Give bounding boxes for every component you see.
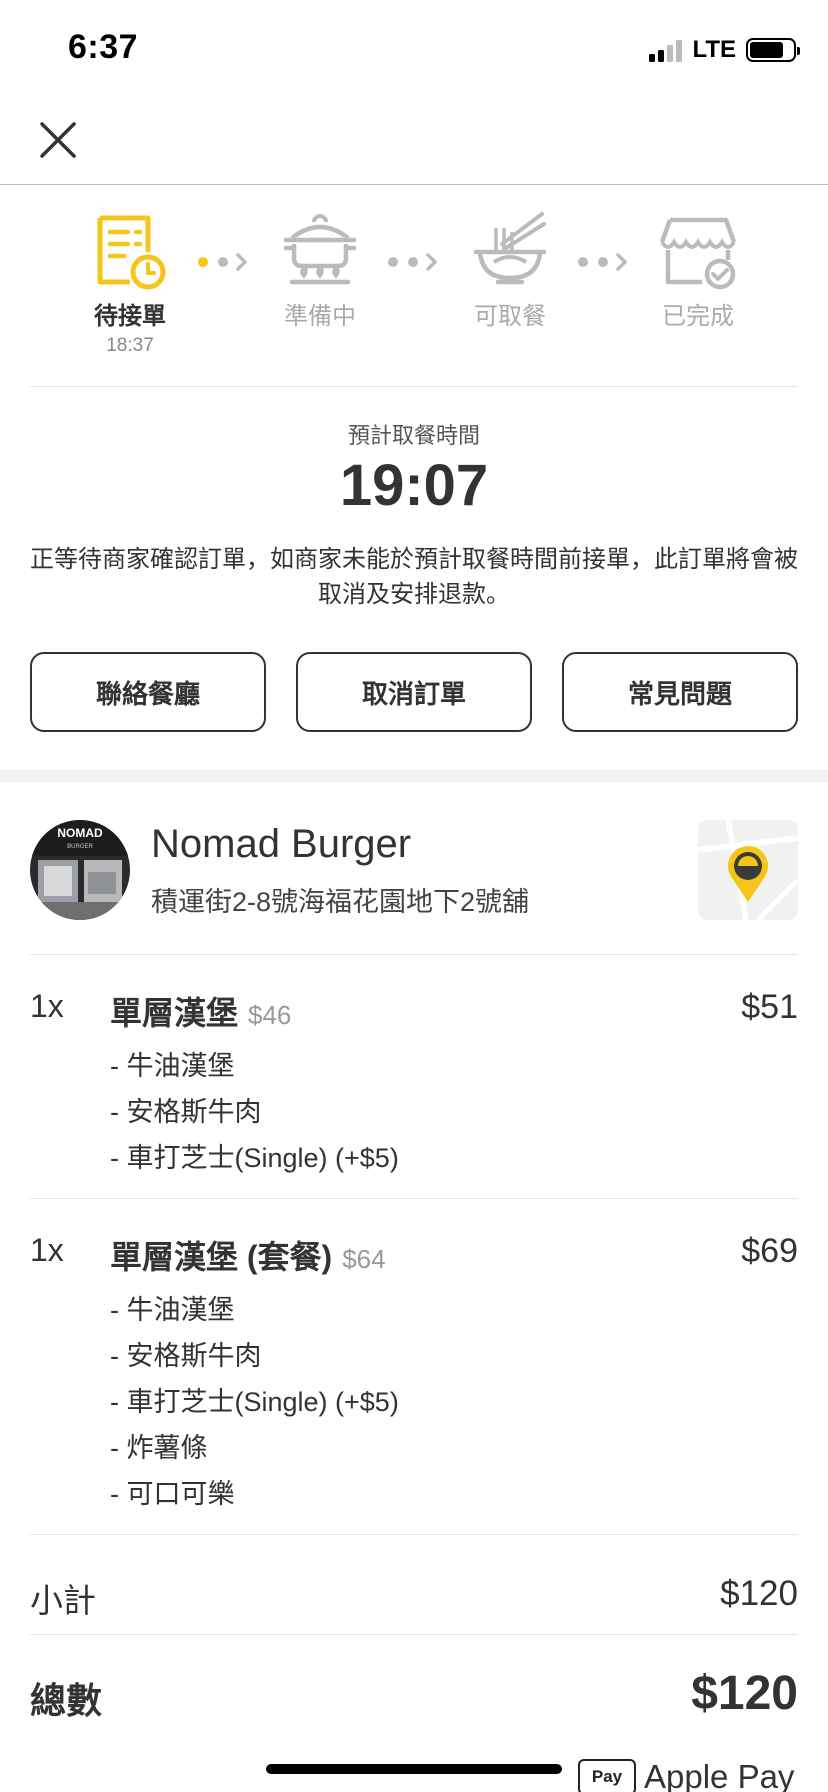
home-indicator[interactable]: [266, 1764, 562, 1774]
item-option: - 牛油漢堡: [110, 1051, 235, 1081]
item-option: - 炸薯條: [110, 1433, 208, 1463]
payment-method-label: Apple Pay: [644, 1758, 795, 1792]
cooking-pot-icon: [283, 214, 357, 285]
apple-pay-icon: Pay: [578, 1759, 636, 1792]
shop-check-icon: [659, 217, 737, 290]
divider: [30, 386, 798, 387]
divider: [30, 1534, 798, 1535]
map-thumbnail[interactable]: [698, 820, 798, 920]
step-label: 已完成: [662, 303, 734, 330]
subtotal-value: $120: [720, 1574, 798, 1613]
step-pending: 待接單 18:37: [55, 210, 205, 357]
order-receipt-clock-icon: [97, 215, 166, 290]
payment-method: Pay Apple Pay: [578, 1758, 794, 1792]
step-label: 可取餐: [474, 303, 546, 330]
restaurant-sign-sub: BURGER: [67, 844, 93, 850]
item-quantity: 1x: [30, 988, 64, 1024]
item-option: - 車打芝士(Single) (+$5): [110, 1387, 399, 1417]
cancel-order-button[interactable]: 取消訂單: [296, 652, 532, 732]
battery-icon: [746, 38, 800, 62]
item-name: 單層漢堡 (套餐) $64: [110, 1239, 386, 1275]
item-option: - 牛油漢堡: [110, 1295, 235, 1325]
pickup-note: 正等待商家確認訂單，如商家未能於預計取餐時間前接單，此訂單將會被取消及安排退款。: [30, 546, 798, 608]
order-progress: 待接單 18:37 準備中 可取餐 已完成: [0, 210, 828, 370]
step-label: 準備中: [284, 303, 356, 330]
section-separator: [0, 770, 828, 782]
status-bar: 6:37 LTE: [0, 0, 828, 100]
item-price: $69: [741, 1232, 798, 1270]
restaurant-sign: NOMAD: [57, 826, 103, 840]
close-icon: [40, 122, 76, 158]
item-option: - 安格斯牛肉: [110, 1097, 262, 1127]
status-indicators: LTE: [649, 36, 800, 64]
step-completed: 已完成: [623, 210, 773, 331]
item-quantity: 1x: [30, 1232, 64, 1268]
item-name: 單層漢堡 $46: [110, 995, 292, 1031]
item-option: - 車打芝士(Single) (+$5): [110, 1143, 399, 1173]
step-time: 18:37: [106, 335, 154, 356]
item-base-price: $64: [342, 1244, 386, 1274]
restaurant-address: 積運街2-8號海福花園地下2號舖: [151, 887, 530, 917]
faq-button[interactable]: 常見問題: [562, 652, 798, 732]
restaurant-photo: NOMAD BURGER: [30, 820, 130, 920]
pickup-label: 預計取餐時間: [347, 423, 480, 448]
divider: [30, 1634, 798, 1635]
pickup-time: 19:07: [339, 453, 489, 518]
restaurant-name: Nomad Burger: [151, 822, 412, 866]
item-price: $51: [741, 988, 798, 1026]
step-ready: 可取餐: [435, 210, 585, 331]
divider: [30, 954, 798, 955]
contact-restaurant-button[interactable]: 聯絡餐廳: [30, 652, 266, 732]
item-option: - 可口可樂: [110, 1479, 235, 1509]
signal-icon: [649, 38, 683, 62]
total-label: 總數: [30, 1680, 103, 1721]
divider: [30, 1198, 798, 1199]
step-label: 待接單: [94, 303, 166, 330]
header-divider: [0, 184, 828, 185]
step-preparing: 準備中: [245, 210, 395, 331]
noodle-bowl-icon: [473, 212, 547, 285]
status-time: 6:37: [68, 28, 139, 66]
network-type: LTE: [692, 36, 736, 63]
total-value: $120: [691, 1667, 798, 1720]
close-button[interactable]: [36, 118, 80, 162]
item-option: - 安格斯牛肉: [110, 1341, 262, 1371]
subtotal-label: 小計: [30, 1582, 96, 1619]
item-base-price: $46: [248, 1000, 292, 1030]
